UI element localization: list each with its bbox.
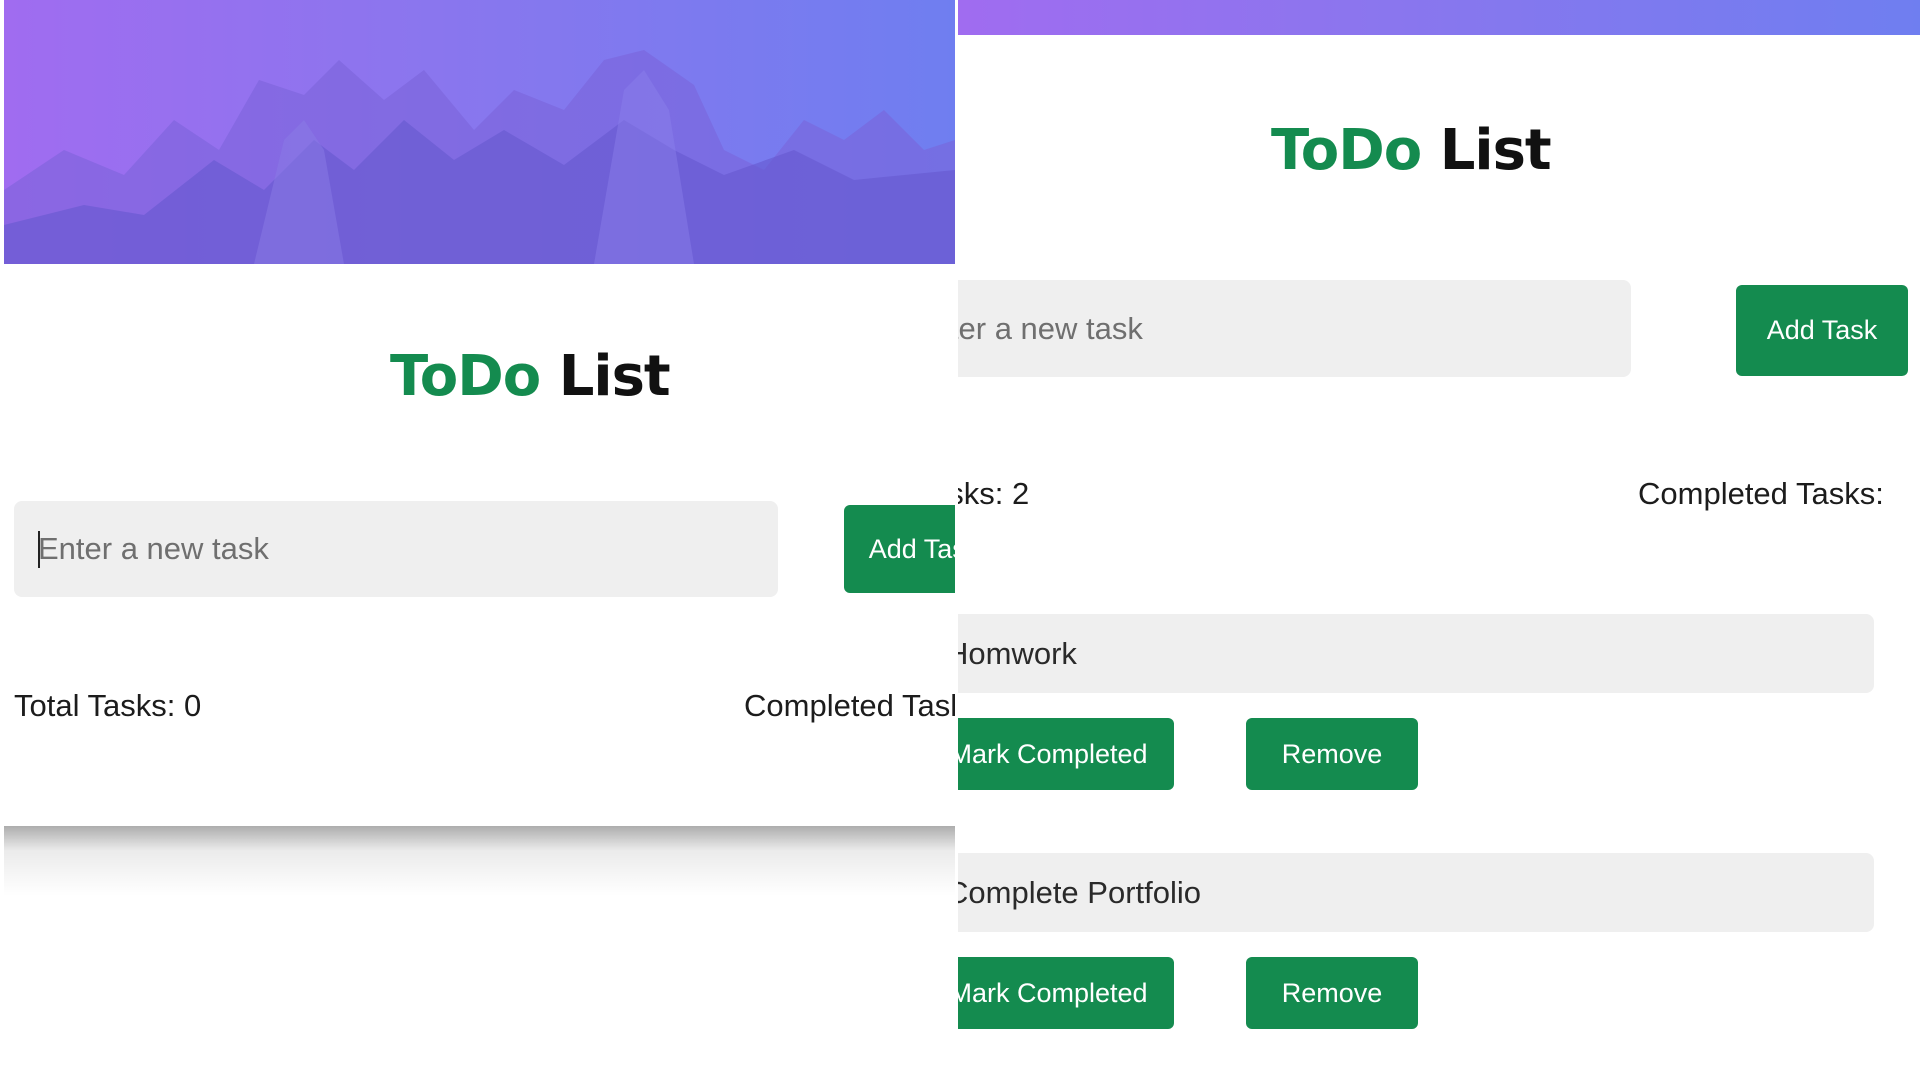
completed-tasks-count: Completed Tasks: 0	[744, 688, 955, 723]
title-list-word: List	[1439, 118, 1552, 183]
remove-task-button[interactable]: Remove	[1246, 957, 1418, 1029]
page-title: ToDo List	[1271, 118, 1552, 183]
hero-banner-strip	[958, 0, 1920, 35]
title-todo-word: ToDo	[1271, 118, 1422, 183]
task-item: Homwork	[958, 614, 1874, 693]
page-title: ToDo List	[390, 344, 671, 409]
task-text: Complete Portfolio	[958, 874, 1202, 910]
add-task-button[interactable]: Add Task	[844, 505, 955, 593]
right-app-view: ToDo List Add Task Total Tasks: 2 Comple…	[958, 0, 1920, 1080]
add-task-button[interactable]: Add Task	[1736, 285, 1908, 376]
task-text: Homwork	[958, 635, 1077, 671]
new-task-input[interactable]	[958, 280, 1631, 377]
task-item: Complete Portfolio	[958, 853, 1874, 932]
card-shadow	[4, 826, 955, 896]
new-task-input[interactable]	[14, 501, 778, 597]
page: ToDo List Add Task Total Tasks: 0 Comple…	[0, 0, 1920, 1080]
hero-banner	[4, 0, 955, 264]
title-todo-word: ToDo	[390, 344, 541, 409]
total-tasks-count: Total Tasks: 2	[958, 476, 1030, 511]
mark-completed-button[interactable]: Mark Completed	[958, 957, 1174, 1029]
mountain-illustration	[4, 50, 955, 264]
remove-task-button[interactable]: Remove	[1246, 718, 1418, 790]
title-list-word: List	[558, 344, 671, 409]
text-caret	[38, 531, 40, 568]
left-app-view: ToDo List Add Task Total Tasks: 0 Comple…	[4, 0, 955, 1080]
total-tasks-count: Total Tasks: 0	[14, 688, 202, 723]
completed-tasks-count: Completed Tasks:	[1638, 476, 1884, 511]
todo-card: ToDo List Add Task Total Tasks: 0 Comple…	[4, 264, 955, 826]
mark-completed-button[interactable]: Mark Completed	[958, 718, 1174, 790]
